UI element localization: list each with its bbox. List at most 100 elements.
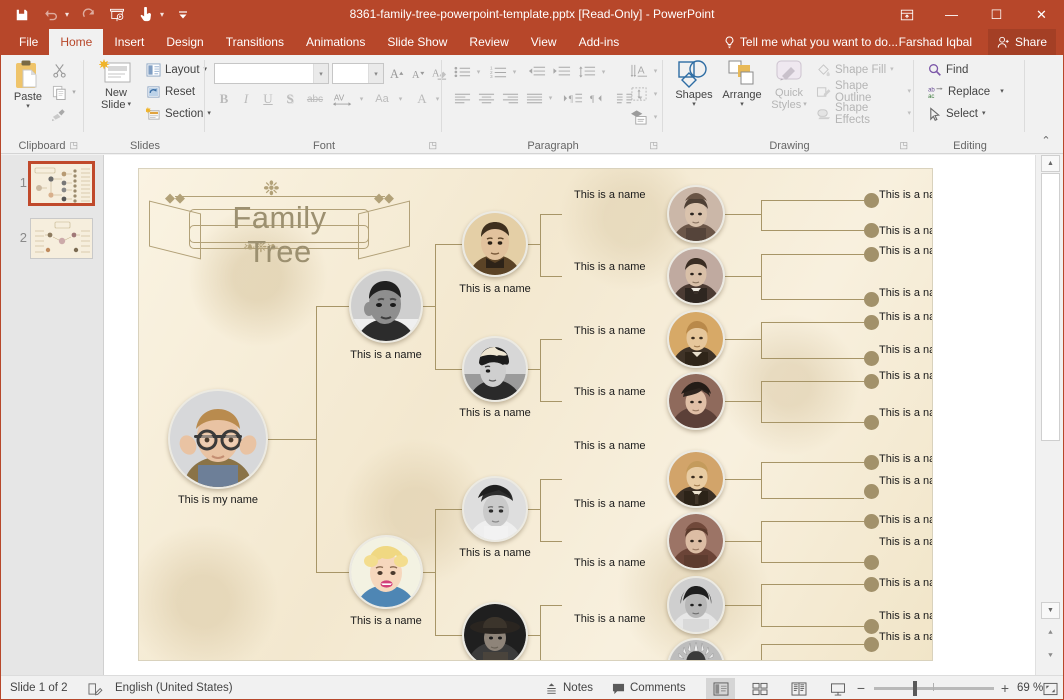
label-gen4-6[interactable]: This is a name: [574, 498, 646, 510]
normal-view-button[interactable]: [706, 678, 735, 699]
portrait-gen4-5[interactable]: [667, 450, 725, 508]
label-gen5-12[interactable]: This is a name: [879, 536, 933, 548]
thumbnail-image-2[interactable]: [30, 218, 93, 259]
drawing-dialog-launcher[interactable]: ◳: [899, 140, 908, 151]
format-painter-button[interactable]: [48, 104, 70, 124]
thumbnail-item-1[interactable]: 1: [10, 163, 93, 204]
tab-review[interactable]: Review: [458, 29, 519, 55]
fit-slide-to-window-button[interactable]: [1036, 678, 1064, 699]
increase-font-size-button[interactable]: A: [388, 63, 408, 84]
decrease-list-level-button[interactable]: [524, 62, 548, 82]
text-direction-button[interactable]: A: [628, 60, 650, 81]
copy-button[interactable]: [48, 82, 70, 102]
portrait-root[interactable]: [168, 389, 268, 489]
label-gen4-1[interactable]: This is a name: [574, 189, 646, 201]
minimize-button[interactable]: —: [929, 0, 974, 29]
tab-home[interactable]: Home: [49, 29, 103, 55]
reading-view-button[interactable]: [784, 678, 813, 699]
label-gen4-4[interactable]: This is a name: [574, 386, 646, 398]
tab-design[interactable]: Design: [155, 29, 214, 55]
align-text-button[interactable]: [628, 83, 650, 104]
decrease-font-size-button[interactable]: A: [409, 63, 429, 84]
vertical-scrollbar[interactable]: ▲ ▼ ⯅ ⯆: [1035, 155, 1064, 675]
shape-fill-dropdown-icon[interactable]: ▾: [890, 66, 894, 74]
text-shadow-button[interactable]: S: [280, 89, 300, 109]
italic-button[interactable]: I: [236, 89, 256, 109]
next-slide-button[interactable]: ⯆: [1041, 647, 1060, 664]
label-gen5-6[interactable]: This is a name: [879, 344, 933, 356]
portrait-gen2-2[interactable]: [349, 535, 423, 609]
label-gen2-2[interactable]: This is a name: [343, 615, 429, 627]
bullets-button[interactable]: [451, 62, 473, 82]
replace-button[interactable]: abac Replace ▾: [925, 82, 1007, 102]
user-account-name[interactable]: Farshad Iqbal: [899, 29, 972, 55]
select-button[interactable]: Select ▾: [925, 104, 988, 124]
label-gen4-2[interactable]: This is a name: [574, 261, 646, 273]
thumbnail-image-1[interactable]: [30, 163, 93, 204]
underline-button[interactable]: U: [258, 89, 278, 109]
label-gen5-8[interactable]: This is a name: [879, 407, 933, 419]
label-gen5-13[interactable]: This is a name: [879, 577, 933, 589]
bullets-dropdown-icon[interactable]: ▾: [473, 62, 484, 82]
font-size-dropdown-icon[interactable]: ▾: [368, 64, 383, 83]
tab-animations[interactable]: Animations: [295, 29, 376, 55]
slide-thumbnail-pane[interactable]: 1 2: [0, 155, 104, 675]
tell-me-box[interactable]: Tell me what you want to do...: [724, 29, 898, 55]
tab-add-ins[interactable]: Add-ins: [568, 29, 631, 55]
select-dropdown-icon[interactable]: ▾: [982, 110, 986, 118]
label-gen4-8[interactable]: This is a name: [574, 613, 646, 625]
dot-gen5-6[interactable]: [864, 351, 879, 366]
numbering-dropdown-icon[interactable]: ▾: [509, 62, 520, 82]
bold-button[interactable]: B: [214, 89, 234, 109]
dot-gen5-9[interactable]: [864, 455, 879, 470]
label-gen5-14[interactable]: This is a name: [879, 610, 933, 622]
new-slide-dropdown-icon[interactable]: ▾: [127, 101, 131, 109]
portrait-gen3-3[interactable]: [462, 476, 528, 542]
dot-gen5-2[interactable]: [864, 223, 879, 238]
character-spacing-button[interactable]: AV: [330, 89, 356, 109]
shape-effects-button[interactable]: Shape Effects ▾: [813, 104, 914, 124]
label-gen3-3[interactable]: This is a name: [450, 547, 540, 559]
label-gen2-1[interactable]: This is a name: [343, 349, 429, 361]
label-gen3-2[interactable]: This is a name: [450, 407, 540, 419]
label-gen5-2[interactable]: This is a name: [879, 225, 933, 237]
clipboard-dialog-launcher[interactable]: ◳: [69, 140, 78, 151]
share-button[interactable]: Share: [988, 29, 1056, 55]
new-slide-button[interactable]: New Slide ▾: [93, 59, 139, 111]
comments-button[interactable]: Comments: [612, 676, 686, 700]
paste-button[interactable]: Paste ▾: [6, 59, 50, 111]
slide-counter[interactable]: Slide 1 of 2: [10, 676, 68, 700]
numbering-button[interactable]: 123: [487, 62, 509, 82]
line-spacing-dropdown-icon[interactable]: ▾: [598, 62, 609, 82]
quick-styles-dropdown-icon[interactable]: ▾: [803, 101, 807, 109]
tab-transitions[interactable]: Transitions: [215, 29, 295, 55]
scroll-down-button[interactable]: ▼: [1041, 602, 1060, 619]
portrait-gen3-1[interactable]: [462, 211, 528, 277]
portrait-gen4-4[interactable]: [667, 372, 725, 430]
cut-button[interactable]: [48, 60, 70, 80]
quick-styles-button[interactable]: Quick Styles ▾: [767, 59, 811, 111]
tab-insert[interactable]: Insert: [103, 29, 155, 55]
shape-effects-dropdown-icon[interactable]: ▾: [907, 110, 911, 118]
slide-sorter-view-button[interactable]: [745, 678, 774, 699]
find-button[interactable]: Find: [925, 60, 971, 80]
increase-list-level-button[interactable]: [549, 62, 573, 82]
arrange-dropdown-icon[interactable]: ▾: [740, 101, 744, 109]
justify-dropdown-icon[interactable]: ▾: [545, 88, 556, 108]
change-case-dropdown-icon[interactable]: ▾: [395, 89, 406, 109]
dot-gen5-3[interactable]: [864, 247, 879, 262]
font-color-button[interactable]: A: [412, 89, 432, 109]
font-dialog-launcher[interactable]: ◳: [428, 140, 437, 151]
change-case-button[interactable]: Aa: [369, 89, 395, 109]
shape-outline-button[interactable]: Shape Outline ▾: [813, 82, 914, 102]
arrange-button[interactable]: Arrange ▾: [718, 59, 766, 109]
portrait-gen4-7[interactable]: [667, 576, 725, 634]
dot-gen5-14[interactable]: [864, 619, 879, 634]
font-size-combobox[interactable]: ▾: [332, 63, 384, 84]
scroll-up-button[interactable]: ▲: [1041, 155, 1060, 172]
replace-dropdown-icon[interactable]: ▾: [1000, 88, 1004, 96]
justify-button[interactable]: [523, 88, 545, 108]
label-gen5-9[interactable]: This is a name: [879, 453, 933, 465]
dot-gen5-4[interactable]: [864, 292, 879, 307]
label-gen5-3[interactable]: This is a name: [879, 245, 933, 257]
